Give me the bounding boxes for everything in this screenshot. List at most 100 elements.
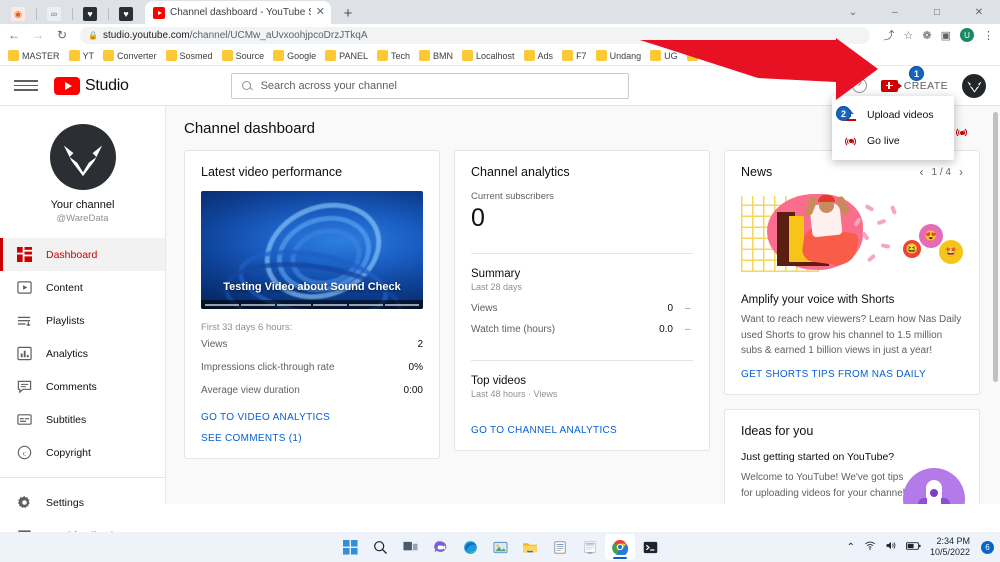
tray-chevron-up-icon[interactable]: ⌃: [847, 542, 855, 553]
edge-browser-icon[interactable]: [455, 534, 485, 560]
bookmark-item[interactable]: Localhost: [458, 47, 519, 65]
word-icon[interactable]: [575, 534, 605, 560]
taskbar-clock[interactable]: 2:34 PM 10/5/2022: [930, 536, 970, 559]
hamburger-menu-icon[interactable]: [14, 80, 38, 91]
wifi-icon[interactable]: [864, 540, 876, 554]
bookmark-item[interactable]: Google: [269, 47, 320, 65]
address-bar[interactable]: 🔒 studio.youtube.com/channel/UCMw_aUvxoo…: [80, 26, 870, 44]
start-windows-icon[interactable]: [335, 534, 365, 560]
sidebar-item-label: Settings: [46, 496, 84, 509]
lock-icon: 🔒: [88, 30, 98, 40]
bookmark-item[interactable]: Tech: [373, 47, 414, 65]
bookmark-item[interactable]: [683, 47, 705, 65]
create-button[interactable]: CREATE: [880, 79, 948, 92]
close-window-button[interactable]: ✕: [958, 0, 1000, 24]
next-news-icon[interactable]: ›: [959, 165, 963, 179]
latest-video-column: Latest video performance Testing Video a…: [184, 150, 440, 459]
bookmark-item[interactable]: Source: [218, 47, 269, 65]
video-thumbnail[interactable]: Testing Video about Sound Check: [201, 191, 423, 309]
bookmark-label: Sosmed: [179, 50, 213, 61]
bookmark-item[interactable]: MASTER: [4, 47, 64, 65]
news-illustration: 😆 😍 🤩: [741, 190, 963, 282]
sidebar-item-settings[interactable]: Settings: [0, 486, 165, 519]
news-link[interactable]: GET SHORTS TIPS FROM NAS DAILY: [741, 369, 963, 380]
share-icon[interactable]: ⤴: [884, 27, 895, 43]
forward-icon[interactable]: →: [30, 28, 46, 42]
go-live-menu-item[interactable]: Go live: [832, 128, 954, 154]
bookmark-item[interactable]: Gov: [763, 47, 802, 65]
browser-menu-icon[interactable]: ⋮: [983, 29, 994, 42]
subtitles-icon: [17, 412, 32, 427]
main-scrollbar[interactable]: [993, 112, 998, 382]
sidebar-item-playlists[interactable]: Playlists: [0, 304, 165, 337]
close-tab-icon[interactable]: ✕: [316, 7, 325, 18]
sidebar-item-label: Dashboard: [46, 248, 98, 261]
dashboard-grid-icon: [17, 247, 32, 262]
stat-label: Average view duration: [201, 385, 300, 396]
back-icon[interactable]: ←: [6, 28, 22, 42]
bookmark-label: Ads: [537, 50, 554, 61]
minimize-button[interactable]: –: [874, 0, 916, 24]
bookmark-star-icon[interactable]: ☆: [904, 29, 914, 42]
divider: [471, 359, 693, 361]
sidebar-item-comments[interactable]: Comments: [0, 370, 165, 403]
see-comments-link[interactable]: SEE COMMENTS (1): [201, 433, 423, 444]
file-explorer-icon[interactable]: [515, 534, 545, 560]
sidebar-item-dashboard[interactable]: Dashboard: [0, 238, 165, 271]
bookmark-item[interactable]: Ads: [520, 47, 558, 65]
sidebar-item-copyright[interactable]: c Copyright: [0, 436, 165, 469]
maximize-button[interactable]: □: [916, 0, 958, 24]
sidebar-item-content[interactable]: Content: [0, 271, 165, 304]
photos-icon[interactable]: [485, 534, 515, 560]
help-icon[interactable]: [851, 78, 867, 93]
side-panel-icon[interactable]: ▣: [941, 29, 951, 42]
pinned-tab-3[interactable]: ♥: [76, 4, 104, 24]
bookmark-item[interactable]: TV: [706, 47, 740, 65]
notification-badge[interactable]: 6: [981, 540, 994, 554]
bookmark-item[interactable]: Sosmed: [162, 47, 217, 65]
bookmark-item[interactable]: F7: [558, 47, 591, 65]
channel-avatar[interactable]: [962, 73, 986, 98]
battery-icon[interactable]: [905, 541, 921, 554]
sidebar-item-subtitles[interactable]: Subtitles: [0, 403, 165, 436]
tab-separator: [72, 8, 73, 20]
bookmark-item[interactable]: BMN: [415, 47, 457, 65]
folder-icon: [686, 50, 698, 61]
tab-search-chevron-icon[interactable]: ⌄: [832, 0, 874, 24]
bookmark-item[interactable]: UG: [646, 47, 682, 65]
bookmark-item[interactable]: Converter: [99, 47, 161, 65]
bookmark-item[interactable]: [740, 47, 762, 65]
news-column: News ‹ 1 / 4 › 😆 😍 🤩 Amplify your voice …: [724, 150, 980, 504]
browser-profile-avatar[interactable]: U: [960, 28, 974, 42]
bookmark-label: UG: [664, 50, 678, 61]
chrome-browser-icon[interactable]: [605, 534, 635, 560]
new-tab-button[interactable]: +: [337, 2, 359, 24]
search-input[interactable]: Search across your channel: [230, 72, 629, 99]
avatar[interactable]: [49, 124, 116, 190]
bookmark-item[interactable]: Undang: [592, 47, 646, 65]
chat-icon[interactable]: [425, 534, 455, 560]
active-browser-tab[interactable]: Channel dashboard - YouTube S ✕: [145, 1, 331, 24]
studio-logo[interactable]: Studio: [54, 76, 129, 95]
bookmark-item[interactable]: YT: [65, 47, 99, 65]
terminal-icon[interactable]: [635, 534, 665, 560]
pinned-tab-4[interactable]: ♥: [112, 4, 140, 24]
bar-chart-icon: [17, 346, 32, 361]
sidebar-item-analytics[interactable]: Analytics: [0, 337, 165, 370]
volume-icon[interactable]: [885, 540, 897, 554]
go-to-channel-analytics-link[interactable]: GO TO CHANNEL ANALYTICS: [471, 425, 693, 436]
notepad-icon[interactable]: [545, 534, 575, 560]
go-to-video-analytics-link[interactable]: GO TO VIDEO ANALYTICS: [201, 412, 423, 423]
search-icon[interactable]: [365, 534, 395, 560]
extensions-icon[interactable]: ❁: [922, 29, 931, 42]
pinned-tab-1[interactable]: ◉: [4, 4, 32, 24]
stat-label: Impressions click-through rate: [201, 362, 335, 373]
reload-icon[interactable]: ↻: [54, 28, 70, 42]
broadcast-icon-decorative: [955, 126, 968, 139]
pinned-tab-2[interactable]: ∞: [40, 4, 68, 24]
prev-news-icon[interactable]: ‹: [920, 165, 924, 179]
summary-title: Summary: [471, 267, 521, 280]
folder-icon: [8, 50, 19, 61]
bookmark-item[interactable]: PANEL: [321, 47, 372, 65]
task-view-icon[interactable]: [395, 534, 425, 560]
